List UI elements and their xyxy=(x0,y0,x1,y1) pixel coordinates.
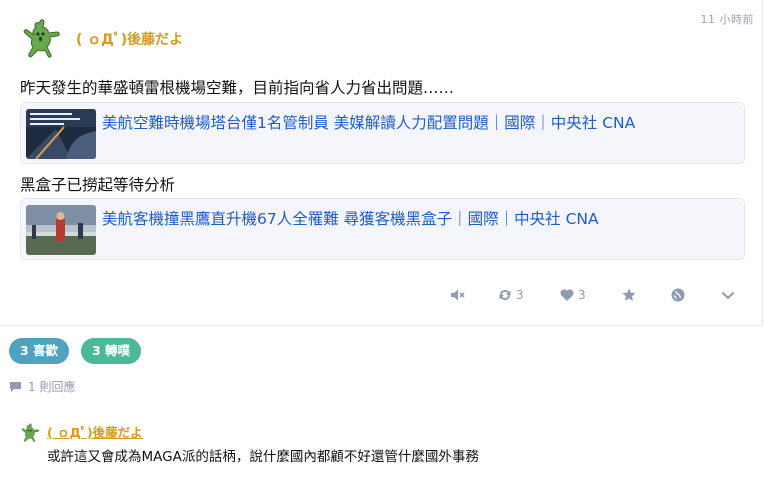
reply-author-name[interactable]: ( ｏДﾟ)後藤だよ xyxy=(47,422,143,441)
reply-count-label: 1 則回應 xyxy=(28,380,76,394)
reply-avatar[interactable] xyxy=(19,421,41,443)
likes-pill[interactable]: 3 喜歡 xyxy=(9,338,70,364)
post-text-2: 黑盒子已撈起等待分析 xyxy=(20,176,176,194)
post-card: ( ｏДﾟ)後藤だよ 11 小時前 昨天發生的華盛頓雷根機場空難，目前指向省人力… xyxy=(0,0,763,326)
like-count: 3 xyxy=(578,288,586,302)
mute-button[interactable] xyxy=(449,285,465,305)
author-name[interactable]: ( ｏДﾟ)後藤だよ xyxy=(76,29,184,49)
bookmark-star-button[interactable] xyxy=(621,285,637,305)
boost-count: 3 xyxy=(516,288,524,302)
speech-bubble-icon xyxy=(10,381,21,392)
heart-icon xyxy=(560,289,574,301)
link-thumbnail-2 xyxy=(26,205,96,255)
speaker-mute-icon xyxy=(451,289,465,301)
post-action-bar: 3 3 xyxy=(0,285,763,305)
boost-button[interactable]: 3 xyxy=(497,285,524,305)
like-button[interactable]: 3 xyxy=(559,285,586,305)
post-text-1: 昨天發生的華盛頓雷根機場空難，目前指向省人力省出問題…… xyxy=(20,79,455,97)
cactuar-avatar-icon xyxy=(21,423,39,442)
cactuar-avatar-icon xyxy=(18,14,64,60)
reply-text: 或許這又會成為MAGA派的話柄，說什麼國內都顧不好還管什麼國外事務 xyxy=(47,449,479,465)
reply-count[interactable]: 1 則回應 xyxy=(9,378,75,395)
more-options-button[interactable] xyxy=(720,285,736,305)
chevron-down-icon xyxy=(721,291,735,300)
link-preview-2[interactable]: 美航客機撞黑鷹直升機67人全罹難 尋獲客機黑盒子｜國際｜中央社 CNA xyxy=(20,198,745,260)
link-title-1[interactable]: 美航空難時機場塔台僅1名管制員 美媒解讀人力配置問題｜國際｜中央社 CNA xyxy=(102,111,635,133)
retweet-icon xyxy=(499,290,511,300)
link-preview-1[interactable]: 美航空難時機場塔台僅1名管制員 美媒解讀人力配置問題｜國際｜中央社 CNA xyxy=(20,102,745,164)
link-title-2[interactable]: 美航客機撞黑鷹直升機67人全罹難 尋獲客機黑盒子｜國際｜中央社 CNA xyxy=(102,207,599,229)
privacy-button[interactable] xyxy=(670,285,686,305)
post-time[interactable]: 11 小時前 xyxy=(701,11,755,27)
author-avatar[interactable] xyxy=(18,14,64,60)
link-thumbnail-1 xyxy=(26,109,96,159)
globe-icon xyxy=(671,288,685,302)
boosts-pill[interactable]: 3 轉噗 xyxy=(81,338,142,364)
star-icon xyxy=(622,288,636,301)
